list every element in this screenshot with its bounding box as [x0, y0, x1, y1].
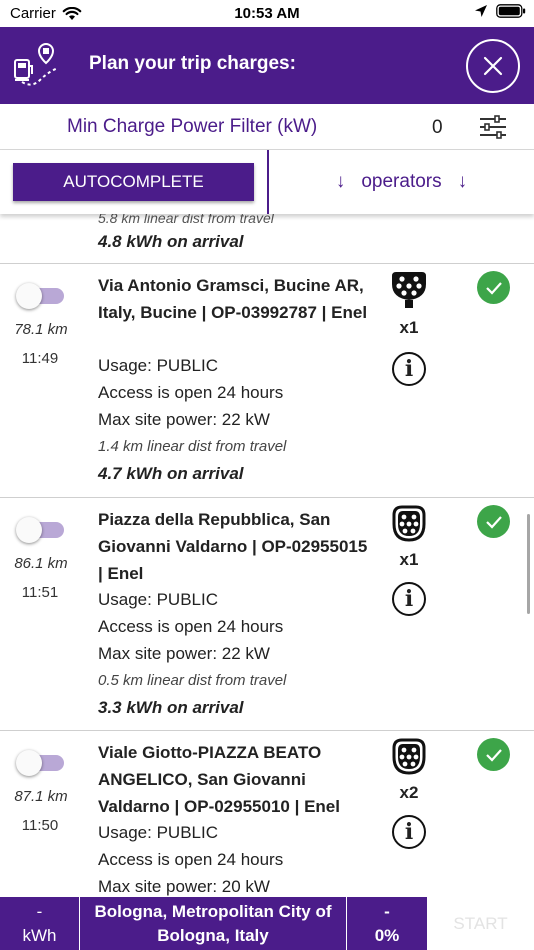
station-usage: Usage: PUBLIC: [98, 356, 218, 375]
station-toggle[interactable]: [16, 517, 64, 543]
distance-from-travel: 5.8 km linear dist from travel: [98, 214, 274, 226]
battery-top: -: [384, 901, 390, 921]
energy-on-arrival: 3.3 kWh on arrival: [98, 698, 244, 717]
check-icon: [477, 271, 510, 304]
trip-summary-bar: - kWh Bologna, Metropolitan City of Bolo…: [0, 897, 534, 950]
header: Plan your trip charges:: [0, 27, 534, 104]
check-icon: [477, 505, 510, 538]
distance-from-travel: 1.4 km linear dist from travel: [98, 438, 287, 455]
filter-value[interactable]: 0: [432, 117, 443, 139]
energy-on-arrival: 4.8 kWh on arrival: [98, 232, 244, 251]
connector-count: x1: [399, 318, 419, 337]
info-button[interactable]: i: [392, 815, 426, 849]
min-power-filter[interactable]: Min Charge Power Filter (kW) 0: [0, 104, 534, 150]
clock-time: 10:53 AM: [234, 5, 300, 22]
page-title: Plan your trip charges:: [89, 53, 296, 74]
station-power: Max site power: 22 kW: [98, 644, 270, 663]
close-button[interactable]: [466, 39, 520, 93]
route-charging-icon: [14, 42, 59, 86]
station-access: Access is open 24 hours: [98, 617, 284, 636]
list-item[interactable]: 87.1 km 11:50 Viale Giotto-PIAZZA BEATO …: [0, 731, 534, 897]
station-usage: Usage: PUBLIC: [98, 823, 218, 842]
filter-label: Min Charge Power Filter (kW): [67, 116, 318, 137]
energy-summary: - kWh: [0, 897, 80, 950]
close-icon: [483, 56, 503, 76]
location-arrow-icon: [475, 5, 487, 17]
start-button[interactable]: START: [427, 897, 534, 950]
distance-from-travel: 0.5 km linear dist from travel: [98, 672, 287, 689]
station-access: Access is open 24 hours: [98, 383, 284, 402]
station-usage: Usage: PUBLIC: [98, 590, 218, 609]
info-button[interactable]: i: [392, 352, 426, 386]
battery-icon: [496, 4, 526, 18]
station-toggle[interactable]: [16, 283, 64, 309]
station-access: Access is open 24 hours: [98, 850, 284, 869]
station-distance: 78.1 km: [14, 321, 68, 338]
status-bar: Carrier 10:53 AM: [0, 0, 534, 27]
operators-sort-button[interactable]: ↓ operators ↓: [269, 150, 534, 214]
list-item[interactable]: 78.1 km 11:49 Via Antonio Gramsci, Bucin…: [0, 264, 534, 498]
station-name: Via Antonio Gramsci, Bucine AR, Italy, B…: [98, 276, 368, 322]
check-icon: [477, 738, 510, 771]
station-time: 11:50: [21, 817, 59, 834]
battery-percent: 0%: [374, 925, 400, 945]
battery-summary: - 0%: [347, 897, 427, 950]
autocomplete-button[interactable]: AUTOCOMPLETE: [13, 163, 254, 201]
action-row: AUTOCOMPLETE ↓ operators ↓: [0, 150, 534, 214]
list-item[interactable]: 5.8 km linear dist from travel 4.8 kWh o…: [0, 214, 534, 264]
energy-unit: kWh: [22, 925, 57, 945]
type2-socket-icon: [392, 738, 426, 775]
destination-summary: Bologna, Metropolitan City of Bologna, I…: [80, 897, 347, 950]
station-name: Viale Giotto-PIAZZA BEATO ANGELICO, San …: [98, 743, 340, 816]
connector-count: x1: [399, 550, 419, 569]
station-distance: 87.1 km: [14, 788, 68, 805]
station-distance: 86.1 km: [14, 555, 68, 572]
station-time: 11:51: [21, 584, 59, 601]
station-power: Max site power: 20 kW: [98, 877, 270, 896]
list-item[interactable]: 86.1 km 11:51 Piazza della Repubblica, S…: [0, 498, 534, 731]
station-power: Max site power: 22 kW: [98, 410, 270, 429]
station-time: 11:49: [21, 350, 59, 367]
connector-count: x2: [399, 783, 419, 802]
scrollbar[interactable]: [527, 514, 530, 614]
sort-down-arrow-icon: ↓: [335, 171, 346, 192]
info-button[interactable]: i: [392, 582, 426, 616]
energy-value: -: [36, 901, 43, 921]
sliders-icon[interactable]: [478, 115, 508, 139]
type2-socket-icon: [392, 505, 426, 542]
station-list[interactable]: 5.8 km linear dist from travel 4.8 kWh o…: [0, 214, 534, 897]
sort-down-arrow-icon: ↓: [457, 171, 468, 192]
operators-label: operators: [361, 171, 442, 192]
station-toggle[interactable]: [16, 750, 64, 776]
type2-plug-icon: [392, 272, 426, 308]
station-name: Piazza della Repubblica, San Giovanni Va…: [98, 510, 368, 583]
energy-on-arrival: 4.7 kWh on arrival: [98, 464, 244, 483]
